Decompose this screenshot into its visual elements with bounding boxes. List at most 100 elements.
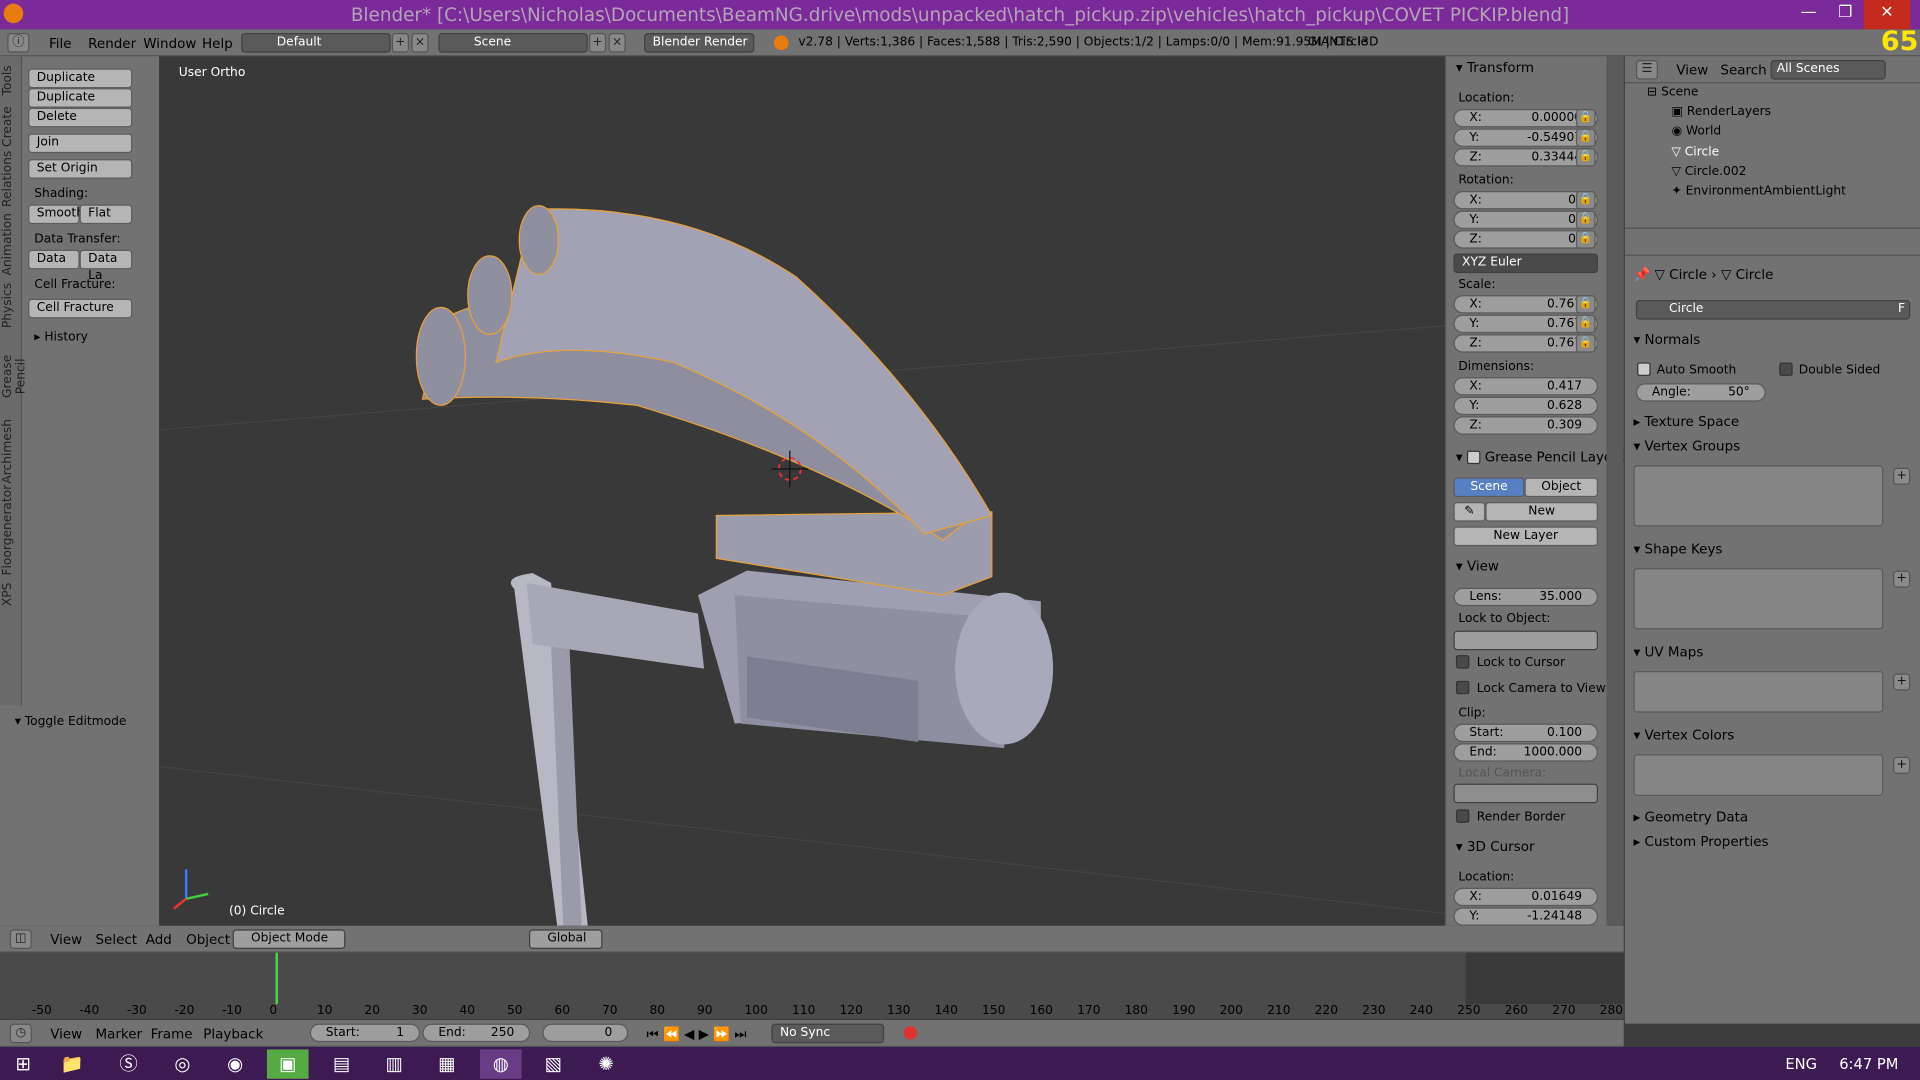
editor-type-icon[interactable]: ⓘ (7, 33, 30, 53)
close-button[interactable]: ✕ (1863, 0, 1911, 30)
custom-properties-panel[interactable]: ▸ Custom Properties (1633, 834, 1912, 850)
add-layout-icon[interactable]: + (391, 33, 409, 53)
blender-taskbar-icon[interactable]: ◍ (480, 1049, 522, 1079)
playback-controls[interactable]: ⏮ ⏪ ◀ ▶ ⏩ ⏭ (647, 1026, 747, 1043)
explorer-icon[interactable]: 📁 (51, 1049, 93, 1078)
breadcrumb-data[interactable]: Circle (1736, 267, 1774, 283)
current-frame-marker[interactable] (275, 952, 278, 1005)
current-frame-field[interactable]: 0 (542, 1023, 629, 1043)
vertex-groups-panel[interactable]: ▾ Vertex Groups (1633, 438, 1912, 454)
remove-layout-icon[interactable]: × (411, 33, 429, 53)
app-icon[interactable]: ▤ (321, 1049, 363, 1078)
lock-icon[interactable]: 🔒 (1575, 148, 1596, 167)
clip-start-field[interactable]: Start: 0.100 (1453, 723, 1598, 743)
lock-icon[interactable]: 🔒 (1575, 230, 1596, 249)
render-border-checkbox[interactable] (1455, 809, 1470, 823)
viewport-canvas[interactable] (159, 56, 1445, 926)
gp-scene-button[interactable]: Scene (1453, 477, 1525, 498)
3d-cursor-panel[interactable]: ▾ 3D Cursor (1456, 839, 1535, 855)
vertex-groups-list[interactable] (1633, 465, 1884, 527)
orientation-select[interactable]: Global (528, 929, 603, 949)
timeline-menu-frame[interactable]: Frame (151, 1026, 193, 1042)
tab-relations[interactable]: Relations (1, 151, 21, 207)
lock-object-field[interactable] (1453, 630, 1598, 651)
view3d-menu-select[interactable]: Select (96, 932, 138, 948)
auto-smooth-checkbox[interactable] (1637, 362, 1651, 376)
app-icon[interactable]: ▣ (266, 1049, 309, 1079)
lock-camera-checkbox[interactable] (1455, 680, 1470, 695)
duplicate-button[interactable]: Duplicate (28, 68, 133, 89)
transform-panel[interactable]: ▾ Transform (1456, 60, 1534, 76)
cursor-y-field[interactable]: Y: -1.24148 (1453, 907, 1598, 926)
outliner-filter-select[interactable]: All Scenes (1770, 60, 1886, 80)
outliner-row-env-light[interactable]: ✦ EnvironmentAmbientLight (1635, 182, 1917, 202)
end-frame-field[interactable]: End: 250 (422, 1023, 531, 1043)
minimize-button[interactable]: — (1788, 0, 1830, 29)
lock-icon[interactable]: 🔒 (1575, 334, 1596, 353)
history-panel[interactable]: ▸ History (34, 331, 88, 344)
cursor-x-field[interactable]: X: 0.01649 (1453, 887, 1598, 907)
add-icon[interactable]: + (1893, 756, 1911, 774)
maximize-button[interactable]: ❐ (1825, 0, 1867, 29)
local-camera-field[interactable] (1453, 783, 1598, 804)
tab-create[interactable]: Create (1, 105, 21, 147)
outliner-editor-icon[interactable]: ☰ (1635, 60, 1658, 80)
rotation-mode-select[interactable]: XYZ Euler (1453, 253, 1598, 274)
tab-archimesh[interactable]: Archimesh (1, 419, 21, 484)
view3d-menu-view[interactable]: View (50, 932, 82, 948)
dimension-x-field[interactable]: X: 0.417 (1453, 377, 1598, 396)
outliner-row-renderlayers[interactable]: ▣ RenderLayers (1635, 103, 1917, 123)
lock-icon[interactable]: 🔒 (1575, 128, 1596, 147)
steam-icon[interactable]: ◎ (162, 1049, 204, 1078)
add-icon[interactable]: + (1893, 673, 1911, 691)
screen-layout-select[interactable]: Default (241, 33, 391, 53)
3d-viewport[interactable]: User Ortho (0) Circle (159, 56, 1445, 926)
language-indicator[interactable]: ENG (1785, 1056, 1817, 1073)
fake-user-button[interactable]: F (1898, 302, 1905, 315)
data-layout-button[interactable]: Data La (79, 249, 133, 283)
start-icon[interactable]: ⊞ (2, 1049, 44, 1078)
menu-help[interactable]: Help (202, 36, 233, 52)
angle-field[interactable]: Angle: 50° (1635, 383, 1766, 402)
app-icon[interactable]: ▧ (533, 1049, 575, 1078)
grease-pencil-checkbox[interactable] (1466, 450, 1481, 465)
lock-icon[interactable]: 🔒 (1575, 108, 1596, 128)
toggle-editmode-panel[interactable]: ▾ Toggle Editmode (15, 715, 127, 728)
add-icon[interactable]: + (1893, 570, 1911, 588)
double-sided-checkbox[interactable] (1779, 362, 1793, 376)
shape-keys-panel[interactable]: ▾ Shape Keys (1633, 541, 1912, 557)
data-transfer-button[interactable]: Data (28, 249, 80, 270)
tab-grease-pencil[interactable]: Grease Pencil (1, 337, 28, 415)
gp-pencil-icon[interactable]: ✎ (1453, 502, 1486, 522)
tab-floorgenerator[interactable]: Floorgenerator (1, 485, 21, 576)
sync-select[interactable]: No Sync (771, 1023, 885, 1044)
timeline-menu-view[interactable]: View (50, 1026, 82, 1042)
chrome-icon[interactable]: ◉ (214, 1049, 256, 1078)
clock[interactable]: 6:47 PM (1839, 1056, 1898, 1073)
add-scene-icon[interactable]: + (588, 33, 607, 53)
outliner-row-scene[interactable]: ⊟ Scene (1635, 83, 1917, 103)
render-engine-select[interactable]: Blender Render (644, 33, 755, 53)
scene-select[interactable]: Scene (438, 33, 588, 53)
dimension-y-field[interactable]: Y: 0.628 (1453, 396, 1598, 416)
view3d-menu-add[interactable]: Add (146, 932, 172, 948)
outliner-row-circle-002[interactable]: ▽ Circle.002 (1635, 163, 1917, 183)
app-icon[interactable]: ▦ (426, 1049, 468, 1078)
clip-end-field[interactable]: End: 1000.000 (1453, 743, 1598, 762)
tab-tools[interactable]: Tools (1, 64, 21, 98)
dimension-z-field[interactable]: Z: 0.309 (1453, 416, 1598, 435)
lock-icon[interactable]: 🔒 (1575, 314, 1596, 334)
add-icon[interactable]: + (1893, 467, 1911, 485)
vertex-colors-list[interactable] (1633, 754, 1884, 796)
uv-maps-list[interactable] (1633, 671, 1884, 713)
delete-button[interactable]: Delete (28, 107, 133, 128)
uv-maps-panel[interactable]: ▾ UV Maps (1633, 644, 1912, 660)
timeline-editor-icon[interactable]: ◷ (9, 1023, 32, 1044)
gp-new-layer-button[interactable]: New Layer (1453, 526, 1598, 547)
region-scrollbar[interactable] (1606, 56, 1624, 926)
lock-to-cursor-checkbox[interactable] (1455, 655, 1470, 669)
lock-icon[interactable]: 🔒 (1575, 191, 1596, 210)
shade-flat-button[interactable]: Flat (79, 204, 133, 225)
view3d-menu-object[interactable]: Object (186, 932, 230, 948)
gp-new-button[interactable]: New (1485, 502, 1598, 522)
